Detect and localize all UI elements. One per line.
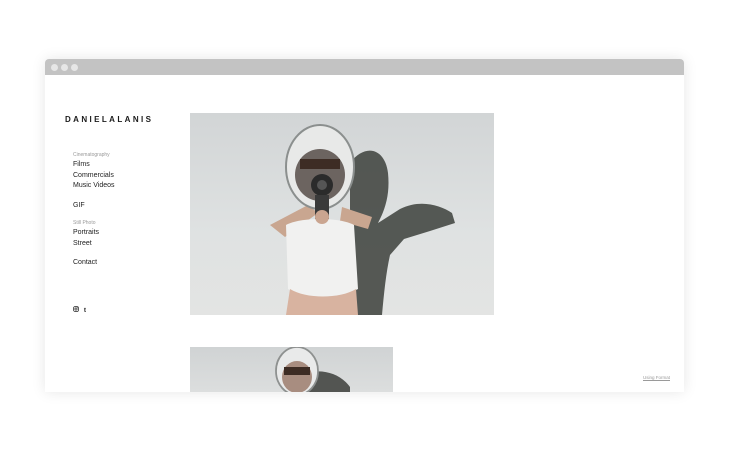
page-content: DANIELALANIS Cinematography Films Commer… <box>45 75 684 392</box>
window-maximize-dot[interactable] <box>71 64 78 71</box>
sidebar-nav: Cinematography Films Commercials Music V… <box>73 152 183 269</box>
nav-heading-cinematography: Cinematography <box>73 152 110 158</box>
nav-item-films[interactable]: Films <box>73 160 183 171</box>
nav-item-commercials[interactable]: Commercials <box>73 171 183 182</box>
social-links: t <box>73 306 89 314</box>
format-credit-link[interactable]: Using Format <box>643 375 670 380</box>
nav-item-contact[interactable]: Contact <box>73 258 183 269</box>
nav-item-gif[interactable]: GIF <box>73 201 183 212</box>
stage: DANIELALANIS Cinematography Films Commer… <box>0 0 733 450</box>
browser-titlebar <box>45 59 684 75</box>
nav-item-street[interactable]: Street <box>73 239 183 250</box>
nav-heading-still-photo: Still Photo <box>73 220 96 226</box>
nav-item-music-videos[interactable]: Music Videos <box>73 181 183 192</box>
site-title[interactable]: DANIELALANIS <box>65 115 153 124</box>
astronaut-helmet-camera-photo <box>270 124 455 315</box>
gallery-image-second[interactable] <box>190 347 393 392</box>
instagram-icon[interactable] <box>73 306 81 314</box>
browser-window: DANIELALANIS Cinematography Films Commer… <box>45 59 684 392</box>
window-close-dot[interactable] <box>51 64 58 71</box>
astronaut-helmet-portrait-photo <box>275 347 350 392</box>
gallery-image-main[interactable] <box>190 113 494 315</box>
tumblr-icon[interactable]: t <box>84 307 86 314</box>
nav-item-portraits[interactable]: Portraits <box>73 228 183 239</box>
window-minimize-dot[interactable] <box>61 64 68 71</box>
